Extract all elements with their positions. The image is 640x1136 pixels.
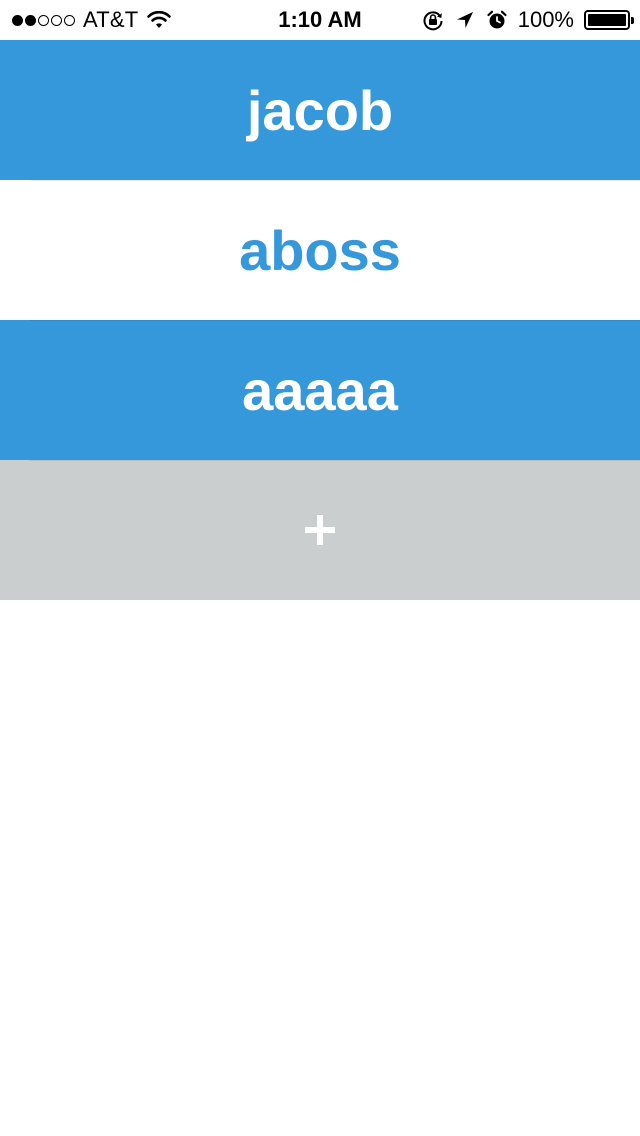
item-list: jacob aboss aaaaa bbox=[0, 40, 640, 600]
plus-icon bbox=[305, 515, 335, 545]
add-item-button[interactable] bbox=[0, 460, 640, 600]
battery-level bbox=[588, 14, 626, 26]
list-item-label: aboss bbox=[239, 218, 401, 282]
orientation-lock-icon bbox=[423, 11, 443, 31]
list-item[interactable]: aaaaa bbox=[0, 320, 640, 460]
battery-percentage: 100% bbox=[517, 7, 574, 32]
battery-icon bbox=[584, 10, 634, 30]
battery-terminal bbox=[631, 17, 634, 24]
list-item-label: aaaaa bbox=[242, 358, 398, 422]
alarm-clock-icon bbox=[487, 10, 507, 29]
list-item[interactable]: aboss bbox=[0, 180, 640, 320]
list-item[interactable]: jacob bbox=[0, 40, 640, 180]
status-bar: AT&T 1:10 AM 100% bbox=[0, 0, 640, 40]
list-item-label: jacob bbox=[246, 78, 394, 142]
location-arrow-icon bbox=[456, 12, 473, 28]
status-bar-right: 100% bbox=[422, 7, 634, 33]
